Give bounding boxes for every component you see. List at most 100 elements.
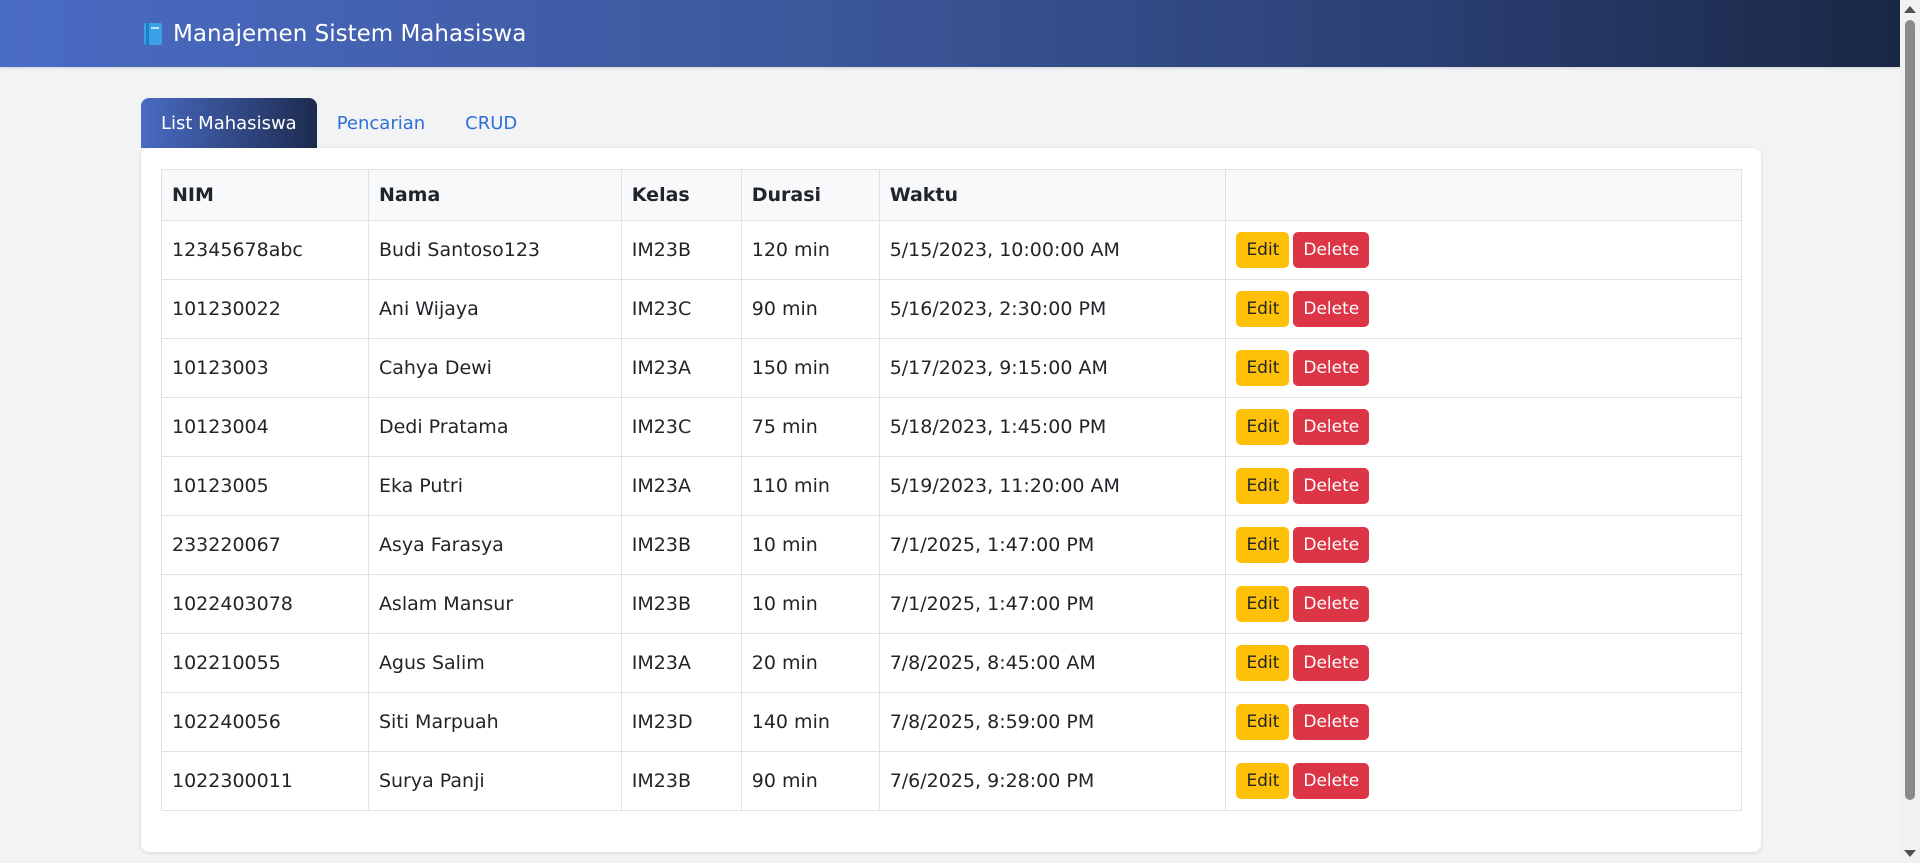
cell-nim: 1022300011 xyxy=(161,751,369,811)
cell-actions: Edit Delete xyxy=(1225,515,1742,575)
table-row: 233220067 Asya Farasya IM23B 10 min 7/1/… xyxy=(161,515,1742,575)
cell-nim: 10123005 xyxy=(161,456,369,516)
cell-nama: Ani Wijaya xyxy=(367,279,622,339)
scroll-down-icon[interactable] xyxy=(1904,850,1916,857)
table-row: 102210055 Agus Salim IM23A 20 min 7/8/20… xyxy=(161,633,1742,693)
table-row: 102240056 Siti Marpuah IM23D 140 min 7/8… xyxy=(161,692,1742,752)
cell-nim: 10123003 xyxy=(161,338,369,398)
edit-button[interactable]: Edit xyxy=(1236,350,1290,386)
edit-button[interactable]: Edit xyxy=(1236,645,1290,681)
delete-button[interactable]: Delete xyxy=(1293,763,1370,799)
edit-button[interactable]: Edit xyxy=(1236,527,1290,563)
delete-button[interactable]: Delete xyxy=(1293,291,1370,327)
delete-button[interactable]: Delete xyxy=(1293,645,1370,681)
cell-waktu: 7/1/2025, 1:47:00 PM xyxy=(878,515,1227,575)
edit-button[interactable]: Edit xyxy=(1236,232,1290,268)
cell-nim: 102240056 xyxy=(161,692,369,752)
top-navbar: Manajemen Sistem Mahasiswa xyxy=(0,0,1900,67)
table-row: 12345678abc Budi Santoso123 IM23B 120 mi… xyxy=(161,220,1742,280)
cell-kelas: IM23A xyxy=(620,456,742,516)
cell-durasi: 20 min xyxy=(740,633,880,693)
delete-button[interactable]: Delete xyxy=(1293,409,1370,445)
table-row: 10123003 Cahya Dewi IM23A 150 min 5/17/2… xyxy=(161,338,1742,398)
cell-actions: Edit Delete xyxy=(1225,692,1742,752)
student-list-card: NIM Nama Kelas Durasi Waktu 12345678abc … xyxy=(141,148,1761,852)
scroll-up-icon[interactable] xyxy=(1904,6,1916,13)
cell-kelas: IM23B xyxy=(620,220,742,280)
cell-nama: Siti Marpuah xyxy=(367,692,622,752)
cell-durasi: 110 min xyxy=(740,456,880,516)
edit-button[interactable]: Edit xyxy=(1236,409,1290,445)
cell-nim: 233220067 xyxy=(161,515,369,575)
table-header-row: NIM Nama Kelas Durasi Waktu xyxy=(161,169,1742,221)
scrollbar-thumb[interactable] xyxy=(1905,20,1915,800)
tab-bar: List Mahasiswa Pencarian CRUD xyxy=(141,98,537,148)
delete-button[interactable]: Delete xyxy=(1293,527,1370,563)
cell-nama: Eka Putri xyxy=(367,456,622,516)
cell-durasi: 140 min xyxy=(740,692,880,752)
cell-nama: Budi Santoso123 xyxy=(367,220,622,280)
cell-durasi: 75 min xyxy=(740,397,880,457)
cell-kelas: IM23A xyxy=(620,633,742,693)
table-row: 10123005 Eka Putri IM23A 110 min 5/19/20… xyxy=(161,456,1742,516)
header-durasi: Durasi xyxy=(740,169,880,221)
cell-nim: 10123004 xyxy=(161,397,369,457)
cell-waktu: 7/8/2025, 8:45:00 AM xyxy=(878,633,1227,693)
cell-nim: 12345678abc xyxy=(161,220,369,280)
cell-durasi: 10 min xyxy=(740,515,880,575)
app-title: Manajemen Sistem Mahasiswa xyxy=(173,20,527,47)
cell-durasi: 90 min xyxy=(740,279,880,339)
edit-button[interactable]: Edit xyxy=(1236,704,1290,740)
cell-kelas: IM23C xyxy=(620,397,742,457)
edit-button[interactable]: Edit xyxy=(1236,586,1290,622)
cell-kelas: IM23A xyxy=(620,338,742,398)
cell-waktu: 5/15/2023, 10:00:00 AM xyxy=(878,220,1227,280)
table-body: 12345678abc Budi Santoso123 IM23B 120 mi… xyxy=(161,220,1742,811)
cell-nama: Agus Salim xyxy=(367,633,622,693)
delete-button[interactable]: Delete xyxy=(1293,350,1370,386)
cell-nama: Asya Farasya xyxy=(367,515,622,575)
cell-durasi: 150 min xyxy=(740,338,880,398)
cell-kelas: IM23B xyxy=(620,574,742,634)
page-scrollbar[interactable] xyxy=(1900,0,1920,863)
header-waktu: Waktu xyxy=(878,169,1227,221)
cell-actions: Edit Delete xyxy=(1225,338,1742,398)
delete-button[interactable]: Delete xyxy=(1293,232,1370,268)
cell-nama: Aslam Mansur xyxy=(367,574,622,634)
cell-actions: Edit Delete xyxy=(1225,633,1742,693)
tab-pencarian[interactable]: Pencarian xyxy=(317,98,445,148)
delete-button[interactable]: Delete xyxy=(1293,586,1370,622)
tab-crud[interactable]: CRUD xyxy=(445,98,537,148)
cell-nim: 1022403078 xyxy=(161,574,369,634)
table-row: 101230022 Ani Wijaya IM23C 90 min 5/16/2… xyxy=(161,279,1742,339)
student-table: NIM Nama Kelas Durasi Waktu 12345678abc … xyxy=(161,169,1742,811)
cell-nama: Cahya Dewi xyxy=(367,338,622,398)
cell-durasi: 10 min xyxy=(740,574,880,634)
cell-actions: Edit Delete xyxy=(1225,220,1742,280)
cell-nim: 101230022 xyxy=(161,279,369,339)
delete-button[interactable]: Delete xyxy=(1293,468,1370,504)
delete-button[interactable]: Delete xyxy=(1293,704,1370,740)
cell-nama: Surya Panji xyxy=(367,751,622,811)
cell-waktu: 5/19/2023, 11:20:00 AM xyxy=(878,456,1227,516)
header-actions xyxy=(1225,169,1742,221)
cell-waktu: 5/17/2023, 9:15:00 AM xyxy=(878,338,1227,398)
cell-nama: Dedi Pratama xyxy=(367,397,622,457)
edit-button[interactable]: Edit xyxy=(1236,291,1290,327)
cell-nim: 102210055 xyxy=(161,633,369,693)
table-row: 1022403078 Aslam Mansur IM23B 10 min 7/1… xyxy=(161,574,1742,634)
edit-button[interactable]: Edit xyxy=(1236,468,1290,504)
cell-durasi: 120 min xyxy=(740,220,880,280)
cell-kelas: IM23B xyxy=(620,751,742,811)
cell-waktu: 5/18/2023, 1:45:00 PM xyxy=(878,397,1227,457)
tab-list-mahasiswa[interactable]: List Mahasiswa xyxy=(141,98,317,148)
header-nama: Nama xyxy=(367,169,622,221)
cell-actions: Edit Delete xyxy=(1225,456,1742,516)
header-nim: NIM xyxy=(161,169,369,221)
table-row: 1022300011 Surya Panji IM23B 90 min 7/6/… xyxy=(161,751,1742,811)
cell-kelas: IM23D xyxy=(620,692,742,752)
app-brand: Manajemen Sistem Mahasiswa xyxy=(143,0,526,67)
cell-waktu: 7/1/2025, 1:47:00 PM xyxy=(878,574,1227,634)
table-row: 10123004 Dedi Pratama IM23C 75 min 5/18/… xyxy=(161,397,1742,457)
edit-button[interactable]: Edit xyxy=(1236,763,1290,799)
